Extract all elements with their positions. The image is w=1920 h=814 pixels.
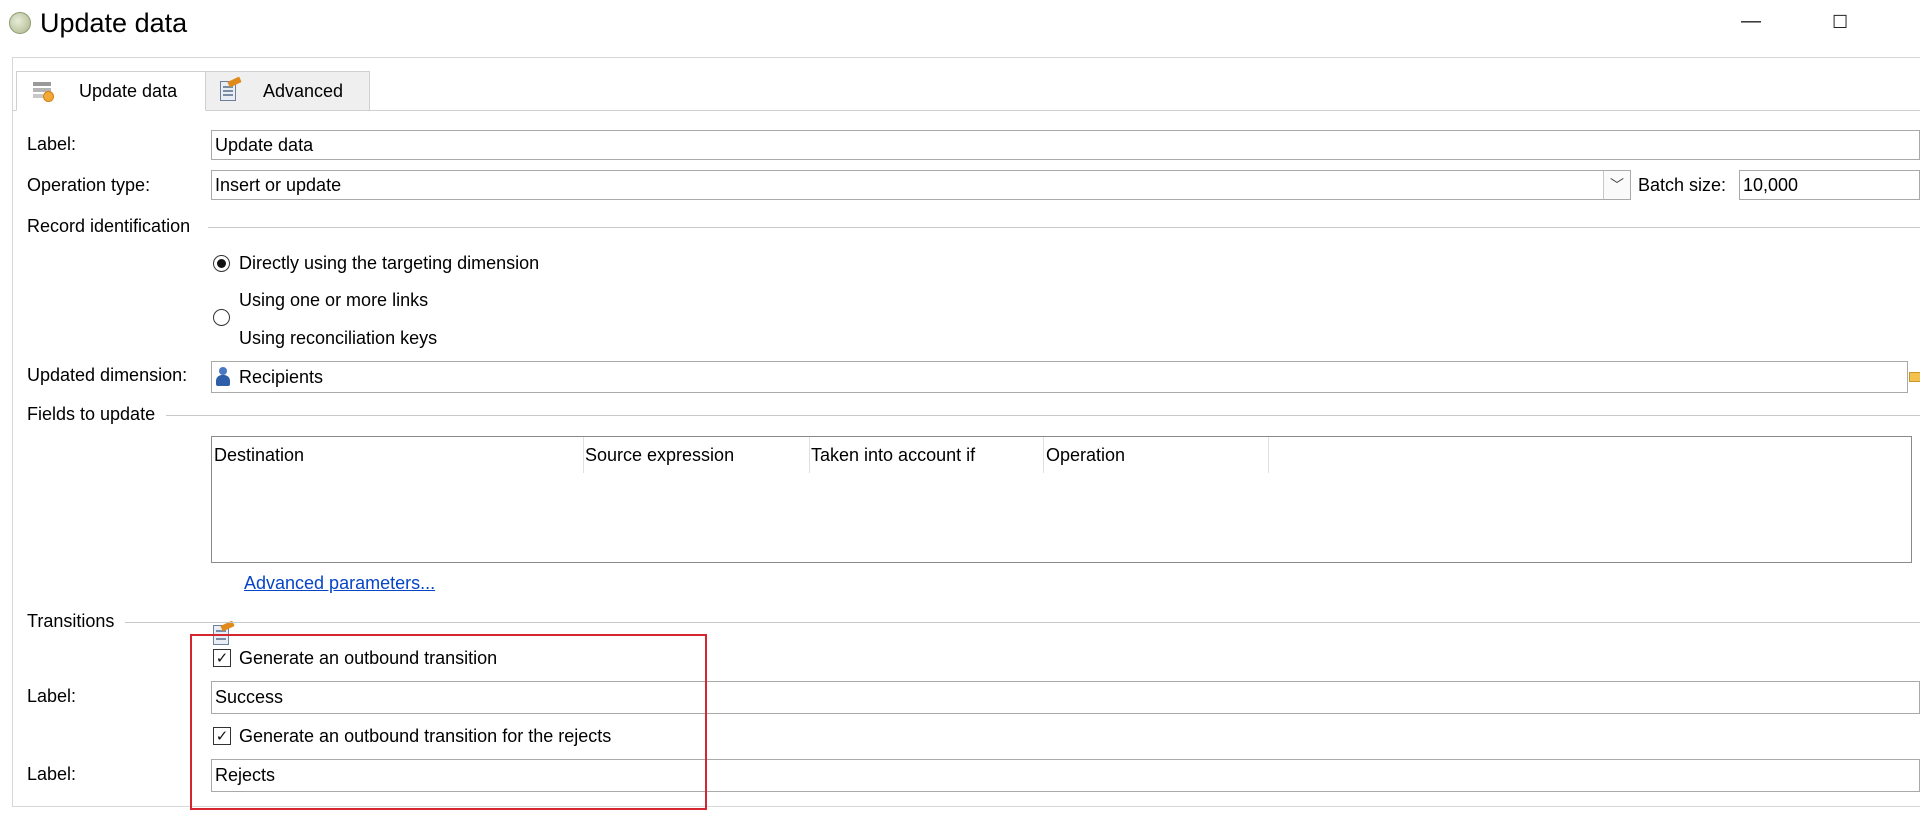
app-icon (9, 12, 31, 34)
column-separator (1268, 437, 1269, 473)
maximize-button[interactable]: ☐ (1832, 12, 1848, 33)
folder-icon[interactable] (1909, 372, 1920, 382)
advanced-icon (218, 76, 242, 103)
window-title: Update data (40, 8, 188, 38)
rejects-label-caption: Label: (27, 764, 77, 784)
radio-targeting-dimension-label: Directly using the targeting dimension (239, 253, 540, 273)
batch-size-input[interactable]: 10,000 (1739, 170, 1920, 200)
minimize-button[interactable]: — (1741, 10, 1761, 33)
record-identification-title: Record identification (27, 216, 191, 236)
tab-advanced-label: Advanced (263, 80, 344, 101)
transitions-title: Transitions (27, 611, 115, 631)
column-separator (583, 437, 584, 473)
chevron-down-icon[interactable]: ﹀ (1603, 171, 1630, 199)
fields-to-update-divider (166, 415, 1920, 416)
update-data-icon (33, 80, 55, 102)
column-header-source-expression[interactable]: Source expression (585, 445, 734, 466)
updated-dimension-caption: Updated dimension: (27, 365, 188, 385)
operation-type-caption: Operation type: (27, 175, 151, 195)
label-caption: Label: (27, 134, 77, 154)
radio-links-label: Using one or more links (239, 290, 429, 310)
tab-update-data-label: Update data (79, 80, 178, 101)
operation-type-value: Insert or update (215, 174, 342, 195)
record-identification-divider (208, 227, 1920, 228)
recipient-person-icon (215, 367, 231, 387)
column-header-taken-into-account-if[interactable]: Taken into account if (811, 445, 975, 466)
radio-targeting-dimension[interactable] (213, 255, 230, 272)
column-separator (1043, 437, 1044, 473)
tab-advanced[interactable]: Advanced (206, 71, 370, 111)
outbound-label-caption: Label: (27, 686, 77, 706)
advanced-parameters-link[interactable]: Advanced parameters... (244, 573, 435, 594)
transitions-divider (125, 622, 1920, 623)
radio-reconciliation-keys-label: Using reconciliation keys (239, 328, 438, 348)
highlight-box (190, 634, 707, 810)
label-input[interactable]: Update data (211, 130, 1920, 160)
updated-dimension-value: Recipients (239, 366, 324, 387)
column-separator (809, 437, 810, 473)
radio-links[interactable] (213, 309, 230, 326)
column-header-operation[interactable]: Operation (1046, 445, 1125, 466)
updated-dimension-field[interactable]: Recipients (211, 361, 1908, 393)
fields-table[interactable]: Destination Source expression Taken into… (211, 436, 1912, 563)
batch-size-caption: Batch size: (1638, 175, 1727, 195)
tab-update-data[interactable]: Update data (16, 71, 206, 111)
operation-type-select[interactable]: Insert or update ﹀ (211, 170, 1631, 200)
fields-to-update-title: Fields to update (27, 404, 156, 424)
column-header-destination[interactable]: Destination (214, 445, 304, 466)
